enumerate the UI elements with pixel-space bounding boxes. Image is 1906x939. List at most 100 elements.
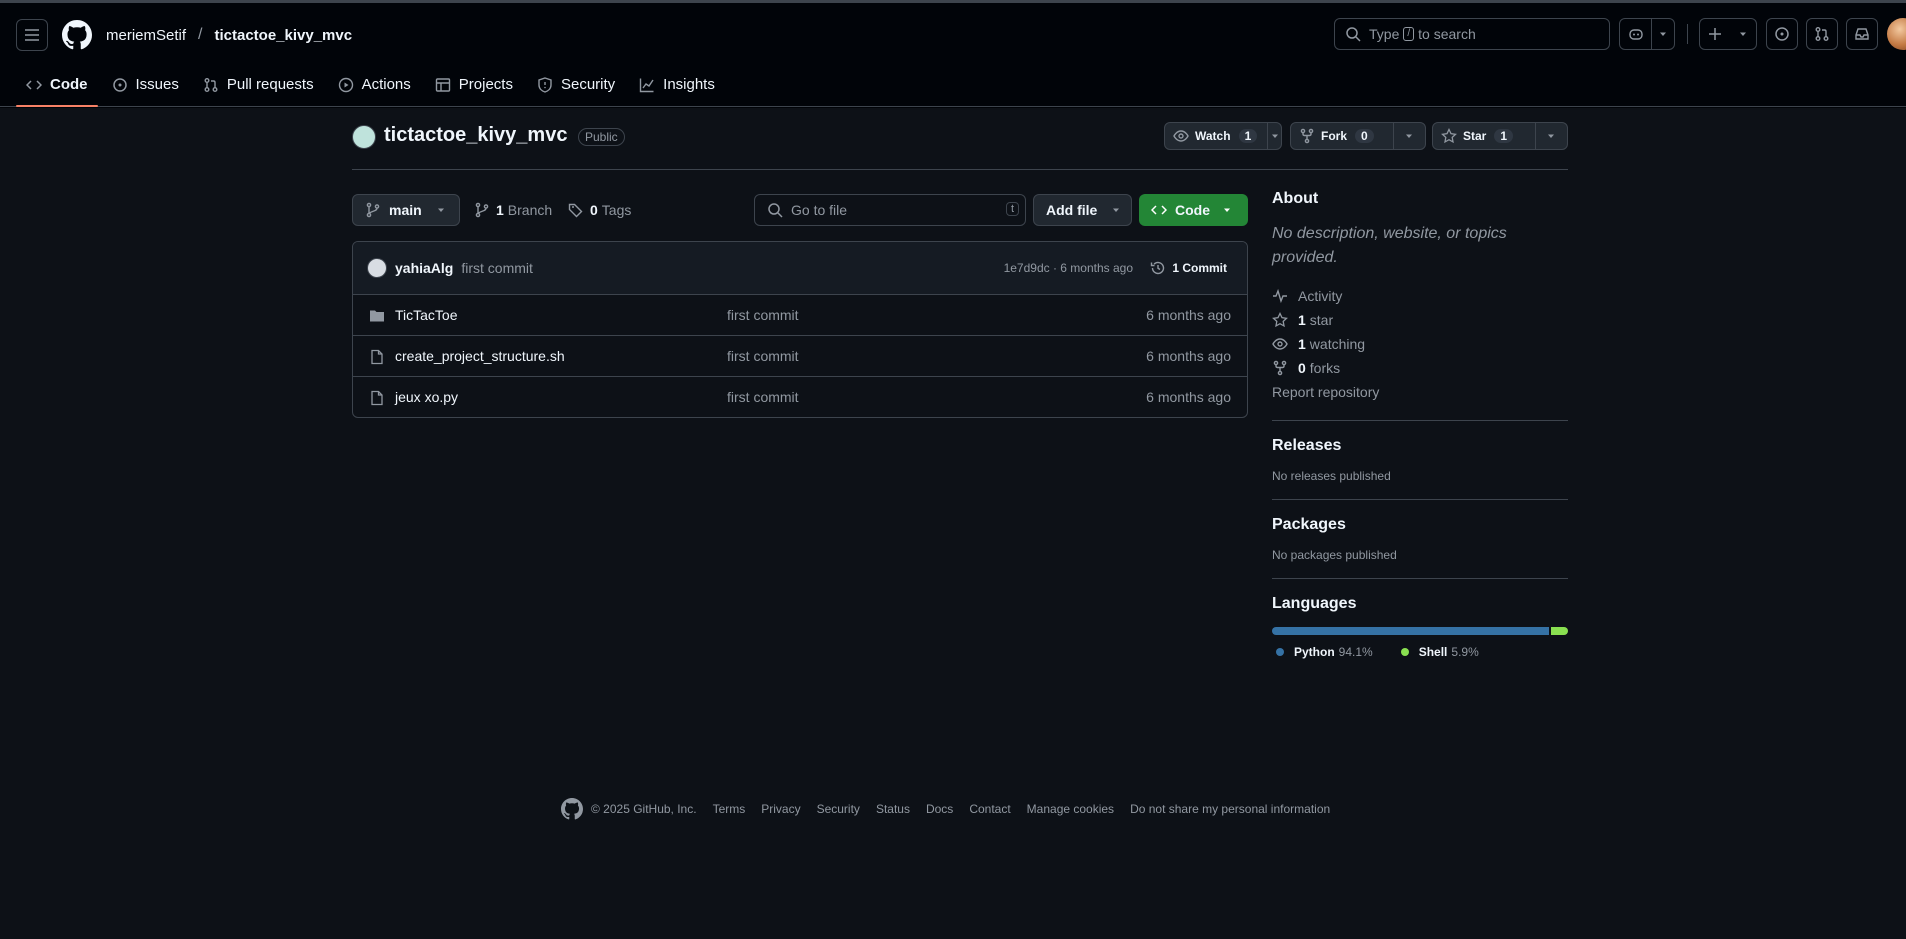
about-heading: About [1272,190,1319,207]
language-dot [1400,648,1409,656]
fork-icon [1300,128,1314,144]
watch-main[interactable]: Watch 1 [1165,123,1269,149]
file-commit-message[interactable]: first commit [727,389,799,405]
breadcrumb-separator: / [198,26,203,43]
triangle-down-icon [1660,32,1666,36]
releases-heading[interactable]: Releases [1272,437,1568,455]
issues-button[interactable] [1766,18,1798,50]
tab-code[interactable]: Code [16,66,98,107]
tab-actions[interactable]: Actions [328,66,421,103]
add-file-label: Add file [1046,202,1098,218]
pull-request-icon [1815,27,1829,41]
branch-icon [475,202,489,218]
triangle-down-icon [1271,134,1278,138]
table-row[interactable]: jeux xo.py first commit 6 months ago [353,377,1247,417]
triangle-down-icon [1740,32,1746,36]
latest-commit: yahiaAlg first commit 1e7d9dc · 6 months… [353,242,1247,295]
search-input[interactable]: Type / to search [1334,18,1610,50]
table-row[interactable]: create_project_structure.sh first commit… [353,336,1247,377]
language-shell[interactable]: Shell 5.9% [1397,645,1479,659]
github-logo[interactable] [62,20,92,50]
file-commit-message[interactable]: first commit [727,348,799,364]
file-icon [371,349,383,365]
report-repository-link[interactable]: Report repository [1272,380,1568,404]
tab-security[interactable]: Security [527,66,625,103]
repo-title[interactable]: tictactoe_kivy_mvc [384,124,567,147]
footer-link-status[interactable]: Status [876,802,910,816]
shield-icon [538,76,552,93]
branch-selector[interactable]: main [352,194,460,226]
language-python[interactable]: Python 94.1% [1272,645,1373,659]
forks-link[interactable]: 0 forks [1272,356,1568,380]
search-text-post: to search [1418,26,1476,42]
commit-sha-time[interactable]: 1e7d9dc · 6 months ago [1004,261,1133,275]
go-to-file-input[interactable]: Go to file t [754,194,1026,226]
file-commit-time: 6 months ago [1146,389,1231,405]
inbox-button[interactable] [1846,18,1878,50]
file-name[interactable]: TicTacToe [395,307,458,323]
user-avatar[interactable] [1887,18,1906,50]
stars-link[interactable]: 1 star [1272,308,1568,332]
github-mark-icon[interactable] [561,798,583,820]
footer-link-terms[interactable]: Terms [713,802,746,816]
pull-requests-button[interactable] [1806,18,1838,50]
commit-author[interactable]: yahiaAlg [395,260,453,276]
fork-dropdown[interactable] [1394,123,1425,149]
watch-button[interactable]: Watch 1 [1164,122,1282,150]
breadcrumb-owner[interactable]: meriemSetif [106,27,186,44]
star-dropdown[interactable] [1536,123,1567,149]
fork-button[interactable]: Fork 0 [1290,122,1426,150]
commit-message[interactable]: first commit [461,260,533,276]
footer-link-privacy[interactable]: Privacy [761,802,800,816]
breadcrumb-repo[interactable]: tictactoe_kivy_mvc [214,27,352,44]
footer-link-security[interactable]: Security [817,802,860,816]
activity-link[interactable]: Activity [1272,284,1568,308]
star-button[interactable]: Star 1 [1432,122,1568,150]
copilot-dropdown[interactable] [1652,19,1674,49]
commit-author-avatar[interactable] [367,258,387,278]
footer-link-manage-cookies[interactable]: Manage cookies [1027,802,1114,816]
menu-button[interactable] [16,19,48,51]
tab-projects[interactable]: Projects [425,66,523,103]
star-count: 1 [1494,129,1514,143]
file-name[interactable]: jeux xo.py [395,389,458,405]
history-icon [1151,261,1165,275]
tab-pull-requests[interactable]: Pull requests [193,66,324,103]
repo-owner-avatar[interactable] [352,125,376,149]
language-name: Shell [1418,645,1448,659]
footer-link-docs[interactable]: Docs [926,802,953,816]
code-button[interactable]: Code [1139,194,1248,226]
footer-link-contact[interactable]: Contact [969,802,1010,816]
tab-insights[interactable]: Insights [629,66,725,103]
fork-main[interactable]: Fork 0 [1291,123,1394,149]
add-file-button[interactable]: Add file [1033,194,1132,226]
packages-heading[interactable]: Packages [1272,516,1568,534]
language-bar-segment-shell [1550,627,1568,635]
copilot-main[interactable] [1620,19,1652,49]
file-toolbar: main 1 Branch 0 Tags Go to file t Add fi… [352,194,1248,226]
tag-icon [568,203,583,218]
graph-icon [639,78,654,92]
star-icon [1272,312,1288,328]
file-icon [371,390,383,406]
releases-empty: No releases published [1272,469,1391,483]
watching-count: 1 [1298,336,1306,352]
watchers-link[interactable]: 1 watching [1272,332,1568,356]
star-main[interactable]: Star 1 [1433,123,1536,149]
language-list: Python 94.1% Shell 5.9% [1272,645,1568,659]
watch-dropdown[interactable] [1268,123,1281,149]
search-icon [1346,27,1361,42]
play-icon [338,77,353,92]
create-new-button[interactable] [1699,18,1757,50]
tab-issues[interactable]: Issues [102,66,189,103]
file-commit-message[interactable]: first commit [727,307,799,323]
repo-tabs: Code Issues Pull requests Actions Projec… [16,66,729,107]
branches-link[interactable]: 1 Branch [474,194,552,226]
copilot-button[interactable] [1619,18,1675,50]
file-name[interactable]: create_project_structure.sh [395,348,565,364]
footer-link-do-not-share[interactable]: Do not share my personal information [1130,802,1330,816]
commits-link[interactable]: 1 Commit [1150,260,1227,276]
tags-link[interactable]: 0 Tags [568,194,631,226]
table-row[interactable]: TicTacToe first commit 6 months ago [353,295,1247,336]
language-bar [1272,627,1568,635]
